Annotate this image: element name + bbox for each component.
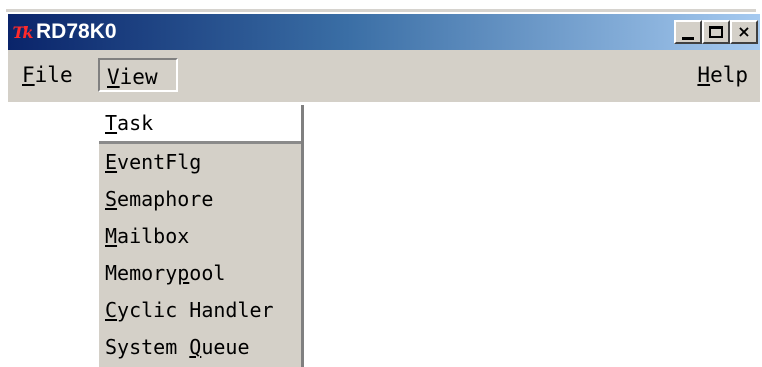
menu-file-hotkey: F (22, 63, 35, 87)
menu-view[interactable]: View (98, 58, 178, 92)
minimize-icon (682, 36, 694, 40)
menu-help-hotkey: H (697, 63, 711, 87)
menu-item-label: emaphore (117, 187, 214, 211)
menu-item-system-queue[interactable]: System Queue (99, 329, 301, 366)
menu-bar: File View Help (8, 50, 760, 102)
menu-item-hotkey: E (105, 150, 118, 174)
menu-file-label: ile (34, 63, 73, 87)
close-icon: × (737, 22, 751, 41)
window-title: RD78K0 (36, 20, 117, 43)
menu-item-hotkey: S (105, 187, 118, 211)
menu-item-hotkey: Q (189, 335, 202, 359)
menu-item-eventflg[interactable]: EventFlg (99, 144, 301, 181)
menu-item-label: ailbox (117, 224, 190, 248)
top-border (0, 0, 762, 14)
title-bar[interactable]: Tk RD78K0 × (8, 14, 760, 50)
maximize-button[interactable] (702, 20, 730, 44)
menu-item-label-prefix: Memory (105, 261, 178, 285)
menu-view-hotkey: V (107, 65, 120, 89)
menu-item-cyclic-handler[interactable]: Cyclic Handler (99, 292, 301, 329)
view-dropdown-menu: Task EventFlg Semaphore Mailbox Memorypo… (99, 105, 304, 367)
menu-file[interactable]: File (16, 58, 79, 92)
minimize-button[interactable] (674, 20, 702, 44)
menu-item-label: ool (189, 261, 226, 285)
menu-item-task[interactable]: Task (99, 105, 301, 144)
menu-help-label: elp (710, 63, 748, 87)
menu-item-label: ask (117, 111, 154, 135)
menu-view-label: iew (119, 65, 158, 89)
close-button[interactable]: × (730, 20, 758, 44)
menu-item-semaphore[interactable]: Semaphore (99, 181, 301, 218)
menu-item-label: yclic Handler (117, 298, 274, 322)
maximize-icon (709, 26, 723, 38)
menu-item-mailbox[interactable]: Mailbox (99, 218, 301, 255)
menu-item-hotkey: T (105, 111, 118, 135)
menu-help[interactable]: Help (691, 58, 754, 92)
menu-item-hotkey: p (177, 261, 190, 285)
menu-item-label: ventFlg (117, 150, 202, 174)
menu-item-hotkey: M (105, 224, 118, 248)
menu-item-hotkey: C (105, 298, 118, 322)
menu-item-label: ueue (201, 335, 250, 359)
menu-item-label-prefix: System (105, 335, 190, 359)
menu-item-memorypool[interactable]: Memorypool (99, 255, 301, 292)
window-controls: × (674, 20, 758, 44)
tk-app-icon[interactable]: Tk (10, 21, 34, 43)
